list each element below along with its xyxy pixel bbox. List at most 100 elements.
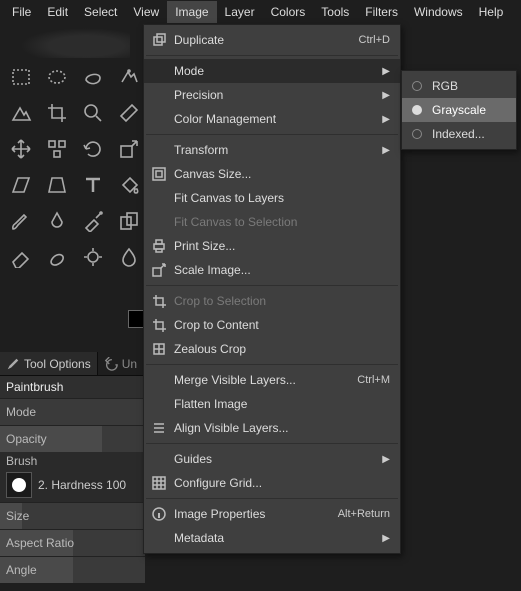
paintbrush-icon xyxy=(6,357,20,371)
radio-icon xyxy=(412,105,422,115)
align-icon xyxy=(152,421,166,435)
separator xyxy=(146,285,398,286)
tool-rect-select[interactable] xyxy=(6,62,36,92)
tool-align[interactable] xyxy=(42,134,72,164)
menu-item-precision[interactable]: Precision▶ xyxy=(144,83,400,107)
tool-measure[interactable] xyxy=(114,98,144,128)
menu-item-guides[interactable]: Guides▶ xyxy=(144,447,400,471)
brush-heading: Brush xyxy=(0,452,145,468)
menu-item-crop-to-content[interactable]: Crop to Content xyxy=(144,313,400,337)
zoom-icon xyxy=(82,102,104,124)
fuzzy-select-icon xyxy=(118,66,140,88)
free-select-icon xyxy=(82,66,104,88)
mode-dropdown[interactable]: Mode xyxy=(0,398,145,425)
tool-free-select[interactable] xyxy=(78,62,108,92)
shear-icon xyxy=(10,174,32,196)
menu-item-fit-canvas-to-layers[interactable]: Fit Canvas to Layers xyxy=(144,186,400,210)
angle-slider[interactable]: Angle xyxy=(0,556,145,583)
menu-item-print-size[interactable]: Print Size... xyxy=(144,234,400,258)
chevron-right-icon: ▶ xyxy=(376,90,390,101)
info-icon xyxy=(152,507,166,521)
tool-ink[interactable] xyxy=(42,206,72,236)
menubar-item-select[interactable]: Select xyxy=(76,1,125,23)
menubar-item-filters[interactable]: Filters xyxy=(357,1,406,23)
tool-fuzzy-select[interactable] xyxy=(114,62,144,92)
grid-icon xyxy=(152,476,166,490)
tool-color-select[interactable] xyxy=(6,98,36,128)
crop-icon xyxy=(152,318,166,332)
menu-item-metadata[interactable]: Metadata▶ xyxy=(144,526,400,550)
menu-item-image-properties[interactable]: Image PropertiesAlt+Return xyxy=(144,502,400,526)
tool-bucket-fill[interactable] xyxy=(114,170,144,200)
canvas-icon xyxy=(152,167,166,181)
separator xyxy=(146,134,398,135)
menubar-item-edit[interactable]: Edit xyxy=(39,1,76,23)
rotate-icon xyxy=(82,138,104,160)
brush-selector[interactable]: 2. Hardness 100 xyxy=(0,468,145,502)
menu-item-configure-grid[interactable]: Configure Grid... xyxy=(144,471,400,495)
menubar-item-layer[interactable]: Layer xyxy=(217,1,263,23)
chevron-right-icon: ▶ xyxy=(376,114,390,125)
menubar-item-help[interactable]: Help xyxy=(471,1,512,23)
menubar-item-windows[interactable]: Windows xyxy=(406,1,471,23)
rect-select-icon xyxy=(10,66,32,88)
tool-paintbrush[interactable] xyxy=(6,206,36,236)
tool-perspective[interactable] xyxy=(42,170,72,200)
separator xyxy=(146,443,398,444)
tool-options-panel: Tool Options Un Paintbrush Mode Opacity … xyxy=(0,352,145,583)
tool-airbrush[interactable] xyxy=(78,206,108,236)
menu-item-align-visible-layers[interactable]: Align Visible Layers... xyxy=(144,416,400,440)
menu-item-transform[interactable]: Transform▶ xyxy=(144,138,400,162)
menu-item-flatten-image[interactable]: Flatten Image xyxy=(144,392,400,416)
undo-icon xyxy=(104,357,118,371)
tab-tool-options[interactable]: Tool Options xyxy=(0,352,98,375)
tool-rotate[interactable] xyxy=(78,134,108,164)
tab-label: Tool Options xyxy=(24,357,91,371)
blur-icon xyxy=(118,246,140,268)
ellipse-select-icon xyxy=(46,66,68,88)
tool-eraser[interactable] xyxy=(6,242,36,272)
scale-icon xyxy=(118,138,140,160)
tab-undo-history[interactable]: Un xyxy=(98,352,144,375)
tool-blur[interactable] xyxy=(114,242,144,272)
opacity-slider[interactable]: Opacity xyxy=(0,425,145,452)
menu-item-indexed[interactable]: Indexed... xyxy=(402,122,516,146)
aspect-ratio-slider[interactable]: Aspect Ratio xyxy=(0,529,145,556)
tool-ellipse-select[interactable] xyxy=(42,62,72,92)
smudge-icon xyxy=(46,246,68,268)
panel-tabs: Tool Options Un xyxy=(0,352,145,376)
menu-item-merge-visible-layers[interactable]: Merge Visible Layers...Ctrl+M xyxy=(144,368,400,392)
menubar-item-colors[interactable]: Colors xyxy=(263,1,314,23)
paintbrush-icon xyxy=(10,210,32,232)
tool-move[interactable] xyxy=(6,134,36,164)
menubar-item-tools[interactable]: Tools xyxy=(313,1,357,23)
menu-item-rgb[interactable]: RGB xyxy=(402,74,516,98)
tool-crop[interactable] xyxy=(42,98,72,128)
tool-text[interactable] xyxy=(78,170,108,200)
menu-item-color-management[interactable]: Color Management▶ xyxy=(144,107,400,131)
dodge-icon xyxy=(82,246,104,268)
tool-shear[interactable] xyxy=(6,170,36,200)
menubar-item-image[interactable]: Image xyxy=(167,1,216,23)
menu-item-zealous-crop[interactable]: Zealous Crop xyxy=(144,337,400,361)
size-slider[interactable]: Size xyxy=(0,502,145,529)
tool-zoom[interactable] xyxy=(78,98,108,128)
menu-item-grayscale[interactable]: Grayscale xyxy=(402,98,516,122)
menu-item-scale-image[interactable]: Scale Image... xyxy=(144,258,400,282)
scale-icon xyxy=(152,263,166,277)
tab-undo-label: Un xyxy=(122,357,137,371)
zeal-icon xyxy=(152,342,166,356)
menubar-item-view[interactable]: View xyxy=(125,1,167,23)
tool-dodge[interactable] xyxy=(78,242,108,272)
tool-scale[interactable] xyxy=(114,134,144,164)
menu-item-mode[interactable]: Mode▶ xyxy=(144,59,400,83)
print-icon xyxy=(152,239,166,253)
menu-item-duplicate[interactable]: DuplicateCtrl+D xyxy=(144,28,400,52)
menu-item-canvas-size[interactable]: Canvas Size... xyxy=(144,162,400,186)
tool-clone[interactable] xyxy=(114,206,144,236)
menubar-item-file[interactable]: File xyxy=(4,1,39,23)
chevron-right-icon: ▶ xyxy=(376,145,390,156)
brush-preview xyxy=(6,472,32,498)
tool-smudge[interactable] xyxy=(42,242,72,272)
shortcut: Alt+Return xyxy=(338,508,390,520)
